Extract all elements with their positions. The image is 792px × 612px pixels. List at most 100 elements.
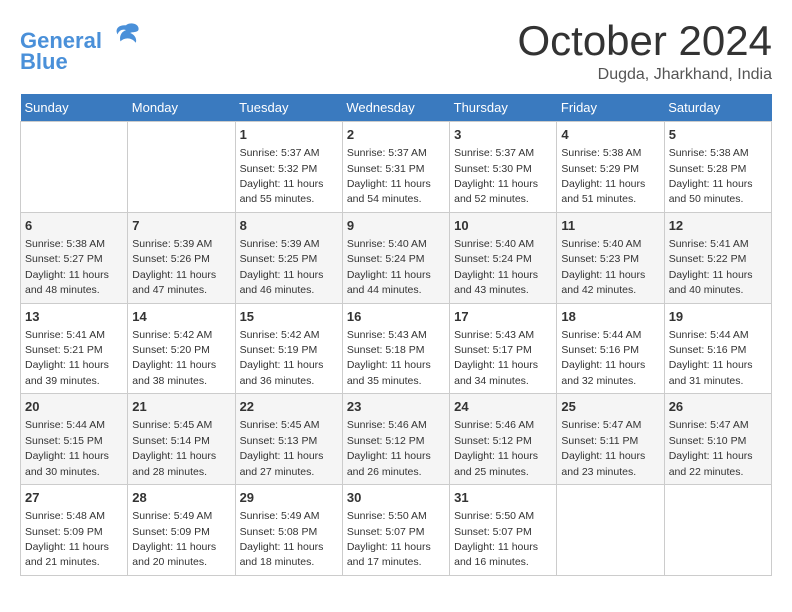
day-number: 4 bbox=[561, 126, 659, 144]
calendar-cell: 30 Sunrise: 5:50 AMSunset: 5:07 PMDaylig… bbox=[342, 485, 449, 576]
calendar-cell: 5 Sunrise: 5:38 AMSunset: 5:28 PMDayligh… bbox=[664, 122, 771, 213]
day-number: 22 bbox=[240, 398, 338, 416]
day-number: 25 bbox=[561, 398, 659, 416]
day-info: Sunrise: 5:40 AMSunset: 5:24 PMDaylight:… bbox=[454, 238, 538, 296]
day-number: 28 bbox=[132, 489, 230, 507]
day-info: Sunrise: 5:37 AMSunset: 5:31 PMDaylight:… bbox=[347, 147, 431, 205]
day-info: Sunrise: 5:39 AMSunset: 5:26 PMDaylight:… bbox=[132, 238, 216, 296]
day-number: 12 bbox=[669, 217, 767, 235]
day-info: Sunrise: 5:40 AMSunset: 5:23 PMDaylight:… bbox=[561, 238, 645, 296]
day-number: 10 bbox=[454, 217, 552, 235]
day-number: 8 bbox=[240, 217, 338, 235]
calendar-cell: 18 Sunrise: 5:44 AMSunset: 5:16 PMDaylig… bbox=[557, 303, 664, 394]
calendar-cell: 1 Sunrise: 5:37 AMSunset: 5:32 PMDayligh… bbox=[235, 122, 342, 213]
day-number: 2 bbox=[347, 126, 445, 144]
calendar-cell: 11 Sunrise: 5:40 AMSunset: 5:23 PMDaylig… bbox=[557, 212, 664, 303]
calendar-header-row: SundayMondayTuesdayWednesdayThursdayFrid… bbox=[21, 94, 772, 122]
day-number: 14 bbox=[132, 308, 230, 326]
calendar-cell: 31 Sunrise: 5:50 AMSunset: 5:07 PMDaylig… bbox=[450, 485, 557, 576]
day-number: 31 bbox=[454, 489, 552, 507]
calendar-cell: 29 Sunrise: 5:49 AMSunset: 5:08 PMDaylig… bbox=[235, 485, 342, 576]
calendar-cell: 25 Sunrise: 5:47 AMSunset: 5:11 PMDaylig… bbox=[557, 394, 664, 485]
day-number: 17 bbox=[454, 308, 552, 326]
weekday-header-wednesday: Wednesday bbox=[342, 94, 449, 122]
weekday-header-friday: Friday bbox=[557, 94, 664, 122]
calendar-cell: 14 Sunrise: 5:42 AMSunset: 5:20 PMDaylig… bbox=[128, 303, 235, 394]
day-info: Sunrise: 5:42 AMSunset: 5:19 PMDaylight:… bbox=[240, 329, 324, 387]
day-number: 15 bbox=[240, 308, 338, 326]
month-title: October 2024 bbox=[517, 20, 772, 62]
day-info: Sunrise: 5:47 AMSunset: 5:11 PMDaylight:… bbox=[561, 419, 645, 477]
day-number: 18 bbox=[561, 308, 659, 326]
day-info: Sunrise: 5:49 AMSunset: 5:08 PMDaylight:… bbox=[240, 510, 324, 568]
page-header: General Blue October 2024 Dugda, Jharkha… bbox=[20, 20, 772, 84]
day-number: 16 bbox=[347, 308, 445, 326]
day-info: Sunrise: 5:38 AMSunset: 5:27 PMDaylight:… bbox=[25, 238, 109, 296]
calendar-week-4: 20 Sunrise: 5:44 AMSunset: 5:15 PMDaylig… bbox=[21, 394, 772, 485]
day-info: Sunrise: 5:42 AMSunset: 5:20 PMDaylight:… bbox=[132, 329, 216, 387]
day-info: Sunrise: 5:37 AMSunset: 5:32 PMDaylight:… bbox=[240, 147, 324, 205]
calendar-cell: 16 Sunrise: 5:43 AMSunset: 5:18 PMDaylig… bbox=[342, 303, 449, 394]
calendar-cell bbox=[21, 122, 128, 213]
calendar-cell bbox=[557, 485, 664, 576]
day-info: Sunrise: 5:39 AMSunset: 5:25 PMDaylight:… bbox=[240, 238, 324, 296]
day-info: Sunrise: 5:44 AMSunset: 5:15 PMDaylight:… bbox=[25, 419, 109, 477]
weekday-header-sunday: Sunday bbox=[21, 94, 128, 122]
calendar-cell: 17 Sunrise: 5:43 AMSunset: 5:17 PMDaylig… bbox=[450, 303, 557, 394]
day-number: 29 bbox=[240, 489, 338, 507]
day-info: Sunrise: 5:50 AMSunset: 5:07 PMDaylight:… bbox=[454, 510, 538, 568]
calendar-table: SundayMondayTuesdayWednesdayThursdayFrid… bbox=[20, 94, 772, 576]
calendar-cell: 6 Sunrise: 5:38 AMSunset: 5:27 PMDayligh… bbox=[21, 212, 128, 303]
calendar-cell: 7 Sunrise: 5:39 AMSunset: 5:26 PMDayligh… bbox=[128, 212, 235, 303]
logo: General Blue bbox=[20, 20, 140, 75]
calendar-cell bbox=[664, 485, 771, 576]
day-info: Sunrise: 5:37 AMSunset: 5:30 PMDaylight:… bbox=[454, 147, 538, 205]
calendar-cell: 8 Sunrise: 5:39 AMSunset: 5:25 PMDayligh… bbox=[235, 212, 342, 303]
calendar-week-3: 13 Sunrise: 5:41 AMSunset: 5:21 PMDaylig… bbox=[21, 303, 772, 394]
day-number: 5 bbox=[669, 126, 767, 144]
day-info: Sunrise: 5:40 AMSunset: 5:24 PMDaylight:… bbox=[347, 238, 431, 296]
calendar-cell: 28 Sunrise: 5:49 AMSunset: 5:09 PMDaylig… bbox=[128, 485, 235, 576]
day-info: Sunrise: 5:43 AMSunset: 5:18 PMDaylight:… bbox=[347, 329, 431, 387]
calendar-cell bbox=[128, 122, 235, 213]
weekday-header-tuesday: Tuesday bbox=[235, 94, 342, 122]
day-info: Sunrise: 5:44 AMSunset: 5:16 PMDaylight:… bbox=[561, 329, 645, 387]
calendar-cell: 2 Sunrise: 5:37 AMSunset: 5:31 PMDayligh… bbox=[342, 122, 449, 213]
calendar-cell: 10 Sunrise: 5:40 AMSunset: 5:24 PMDaylig… bbox=[450, 212, 557, 303]
calendar-cell: 23 Sunrise: 5:46 AMSunset: 5:12 PMDaylig… bbox=[342, 394, 449, 485]
day-info: Sunrise: 5:50 AMSunset: 5:07 PMDaylight:… bbox=[347, 510, 431, 568]
location-subtitle: Dugda, Jharkhand, India bbox=[517, 66, 772, 84]
calendar-cell: 20 Sunrise: 5:44 AMSunset: 5:15 PMDaylig… bbox=[21, 394, 128, 485]
title-section: October 2024 Dugda, Jharkhand, India bbox=[517, 20, 772, 84]
day-info: Sunrise: 5:43 AMSunset: 5:17 PMDaylight:… bbox=[454, 329, 538, 387]
day-info: Sunrise: 5:41 AMSunset: 5:22 PMDaylight:… bbox=[669, 238, 753, 296]
day-number: 24 bbox=[454, 398, 552, 416]
day-number: 1 bbox=[240, 126, 338, 144]
logo-blue: Blue bbox=[20, 49, 140, 75]
calendar-cell: 26 Sunrise: 5:47 AMSunset: 5:10 PMDaylig… bbox=[664, 394, 771, 485]
weekday-header-saturday: Saturday bbox=[664, 94, 771, 122]
day-info: Sunrise: 5:46 AMSunset: 5:12 PMDaylight:… bbox=[347, 419, 431, 477]
day-info: Sunrise: 5:45 AMSunset: 5:13 PMDaylight:… bbox=[240, 419, 324, 477]
calendar-week-5: 27 Sunrise: 5:48 AMSunset: 5:09 PMDaylig… bbox=[21, 485, 772, 576]
calendar-cell: 15 Sunrise: 5:42 AMSunset: 5:19 PMDaylig… bbox=[235, 303, 342, 394]
day-number: 7 bbox=[132, 217, 230, 235]
calendar-cell: 24 Sunrise: 5:46 AMSunset: 5:12 PMDaylig… bbox=[450, 394, 557, 485]
day-number: 19 bbox=[669, 308, 767, 326]
day-info: Sunrise: 5:38 AMSunset: 5:29 PMDaylight:… bbox=[561, 147, 645, 205]
day-info: Sunrise: 5:46 AMSunset: 5:12 PMDaylight:… bbox=[454, 419, 538, 477]
calendar-cell: 4 Sunrise: 5:38 AMSunset: 5:29 PMDayligh… bbox=[557, 122, 664, 213]
logo-bird-icon bbox=[112, 20, 140, 48]
calendar-cell: 12 Sunrise: 5:41 AMSunset: 5:22 PMDaylig… bbox=[664, 212, 771, 303]
day-info: Sunrise: 5:38 AMSunset: 5:28 PMDaylight:… bbox=[669, 147, 753, 205]
day-number: 20 bbox=[25, 398, 123, 416]
day-info: Sunrise: 5:47 AMSunset: 5:10 PMDaylight:… bbox=[669, 419, 753, 477]
day-info: Sunrise: 5:44 AMSunset: 5:16 PMDaylight:… bbox=[669, 329, 753, 387]
calendar-cell: 19 Sunrise: 5:44 AMSunset: 5:16 PMDaylig… bbox=[664, 303, 771, 394]
day-number: 21 bbox=[132, 398, 230, 416]
day-info: Sunrise: 5:45 AMSunset: 5:14 PMDaylight:… bbox=[132, 419, 216, 477]
day-number: 23 bbox=[347, 398, 445, 416]
calendar-cell: 27 Sunrise: 5:48 AMSunset: 5:09 PMDaylig… bbox=[21, 485, 128, 576]
day-number: 6 bbox=[25, 217, 123, 235]
day-number: 27 bbox=[25, 489, 123, 507]
